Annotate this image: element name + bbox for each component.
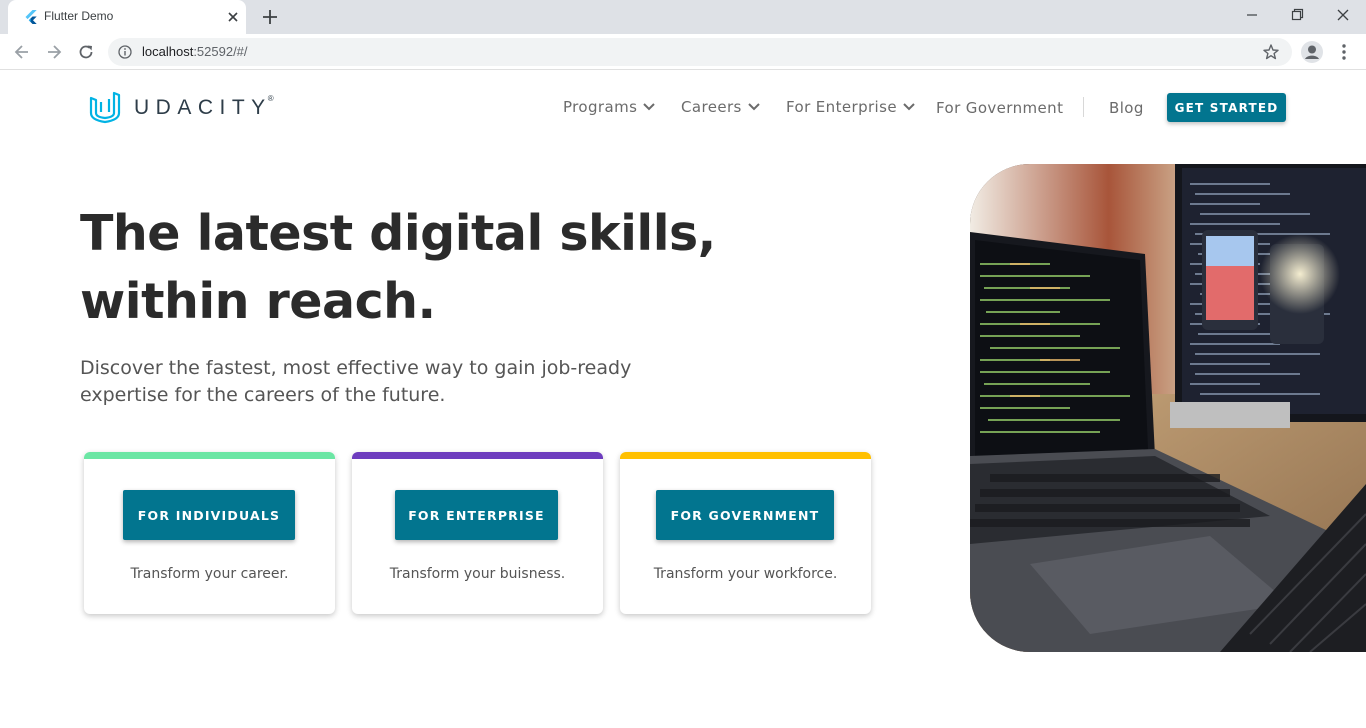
nav-careers-label: Careers [681, 98, 742, 116]
udacity-logo[interactable]: UDACITY® [88, 91, 274, 124]
browser-tab[interactable]: Flutter Demo [8, 0, 246, 34]
nav-enterprise-label: For Enterprise [786, 98, 897, 116]
nav-divider [1083, 97, 1084, 117]
logo-text: UDACITY® [134, 93, 274, 120]
card-government: FOR GOVERNMENT Transform your workforce. [620, 452, 871, 614]
logo-wordmark: UDACITY [134, 95, 272, 119]
card-description: Transform your career. [130, 566, 289, 582]
chevron-down-icon [903, 103, 915, 111]
for-enterprise-button[interactable]: FOR ENTERPRISE [395, 490, 558, 540]
hero-subtitle-line-2: expertise for the careers of the future. [80, 384, 446, 406]
get-started-button[interactable]: GET STARTED [1167, 93, 1286, 122]
logo-registered: ® [267, 93, 274, 103]
nav-government-label: For Government [936, 99, 1064, 117]
back-icon[interactable] [12, 42, 32, 62]
nav-careers[interactable]: Careers [681, 95, 760, 119]
reload-icon[interactable] [76, 42, 96, 62]
card-accent-bar [620, 452, 871, 459]
card-description: Transform your buisness. [389, 566, 566, 582]
for-government-button[interactable]: FOR GOVERNMENT [656, 490, 834, 540]
hero-subtitle: Discover the fastest, most effective way… [80, 355, 660, 409]
window-close-icon[interactable] [1331, 5, 1355, 25]
hero-subtitle-line-1: Discover the fastest, most effective way… [80, 357, 632, 379]
hero-title-line-1: The latest digital skills, [80, 205, 716, 262]
restore-icon[interactable] [1285, 5, 1309, 25]
card-accent-bar [352, 452, 603, 459]
flutter-icon [25, 10, 37, 24]
nav-programs-label: Programs [563, 98, 638, 116]
minimize-icon[interactable] [1240, 5, 1264, 25]
hero-image [970, 164, 1366, 652]
card-accent-bar [84, 452, 335, 459]
plus-icon[interactable] [260, 6, 280, 28]
nav-programs[interactable]: Programs [563, 95, 656, 119]
url-host: localhost [142, 44, 194, 59]
forward-icon[interactable] [44, 42, 64, 62]
address-bar[interactable]: localhost:52592/#/ [108, 38, 1292, 66]
browser-toolbar: localhost:52592/#/ [0, 34, 1366, 70]
info-icon[interactable] [118, 45, 132, 59]
chevron-down-icon [748, 103, 760, 111]
nav-enterprise[interactable]: For Enterprise [786, 95, 915, 119]
card-enterprise: FOR ENTERPRISE Transform your buisness. [352, 452, 603, 614]
star-icon[interactable] [1262, 43, 1280, 61]
url-text[interactable]: localhost:52592/#/ [142, 44, 248, 59]
tab-title: Flutter Demo [44, 9, 114, 23]
menu-icon[interactable] [1336, 42, 1352, 62]
close-icon[interactable] [224, 8, 242, 26]
hero-title-line-2: within reach. [80, 273, 436, 330]
url-path: :52592/#/ [193, 44, 248, 59]
card-description: Transform your workforce. [653, 566, 838, 582]
udacity-logo-icon [89, 91, 121, 124]
tab-strip: Flutter Demo [0, 0, 1366, 34]
hero-title: The latest digital skills, within reach. [80, 200, 740, 336]
laptop-desk-illustration [970, 164, 1366, 652]
chevron-down-icon [643, 103, 656, 111]
nav-blog[interactable]: Blog [1109, 96, 1144, 120]
card-individuals: FOR INDIVIDUALS Transform your career. [84, 452, 335, 614]
nav-blog-label: Blog [1109, 99, 1144, 117]
profile-icon[interactable] [1300, 40, 1324, 64]
nav-government[interactable]: For Government [936, 96, 1063, 120]
for-individuals-button[interactable]: FOR INDIVIDUALS [123, 490, 295, 540]
